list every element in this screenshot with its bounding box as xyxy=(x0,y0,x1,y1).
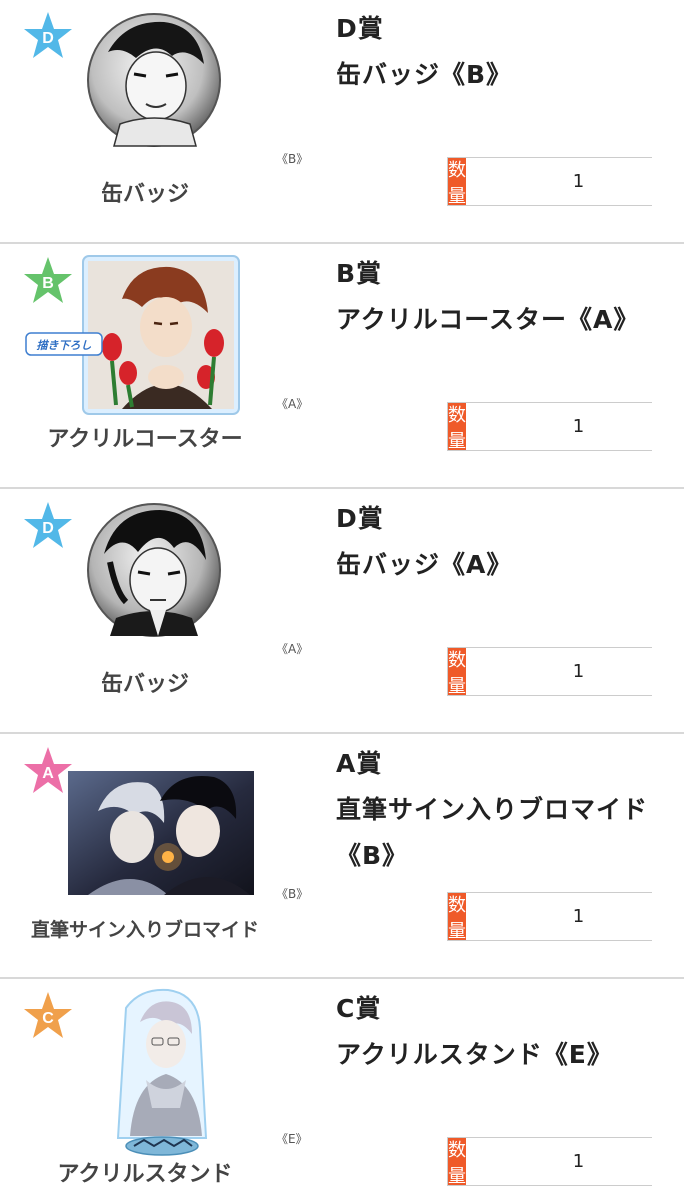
product-name: アクリルコースター《A》 xyxy=(336,305,640,334)
quantity-input[interactable] xyxy=(466,1138,684,1185)
product-image[interactable]: A 直筆サイン入りブロマイド xyxy=(20,743,270,968)
prize-rank: C賞 xyxy=(336,994,382,1023)
list-item: D 缶バッジ 《A》 D賞 缶バッジ《A》 数量 1 xyxy=(0,490,684,734)
acrylic-coaster-art xyxy=(82,255,240,415)
product-info: D賞 缶バッジ《B》 xyxy=(336,6,666,98)
quantity-control: 数量 xyxy=(447,892,684,942)
can-badge-art xyxy=(87,503,221,637)
rank-star-badge-icon: D xyxy=(24,12,72,58)
quantity-button[interactable]: 数量 xyxy=(448,1138,466,1187)
variant-label: 《B》 xyxy=(276,152,309,166)
product-name: アクリルスタンド《E》 xyxy=(336,1040,613,1069)
variant-label: 《E》 xyxy=(276,1132,308,1146)
product-info: D賞 缶バッジ《A》 xyxy=(336,496,666,588)
product-caption: アクリルスタンド xyxy=(57,1162,233,1187)
product-name: 直筆サイン入りブロマイド《B》 xyxy=(336,795,649,870)
bromide-photo-art xyxy=(68,771,254,895)
rank-star-badge-icon: C xyxy=(24,992,72,1038)
quantity-control: 数量 xyxy=(447,157,684,207)
svg-text:C: C xyxy=(42,1010,54,1027)
quantity-button[interactable]: 数量 xyxy=(448,403,466,452)
list-item: A 直筆サイン入りブロマイド 《B》 A賞 直筆サイン入りブロマイド《B》 数量… xyxy=(0,735,684,979)
quantity-button[interactable]: 数量 xyxy=(448,893,466,942)
svg-text:D: D xyxy=(42,520,54,537)
quantity-control: 数量 xyxy=(447,647,684,697)
product-image[interactable]: B 描き下ろし アクリルコースター xyxy=(20,253,270,478)
product-caption: 直筆サイン入りブロマイド xyxy=(30,919,259,941)
product-image[interactable]: D 缶バッジ xyxy=(20,8,270,233)
quantity-input[interactable] xyxy=(466,893,684,940)
product-name: 缶バッジ《B》 xyxy=(336,60,513,89)
quantity-input[interactable] xyxy=(466,403,684,450)
prize-rank: D賞 xyxy=(336,504,384,533)
svg-text:D: D xyxy=(42,30,54,47)
prize-list: D 缶バッジ 《B》 D賞 缶バッジ《B》 数量 1 B 描き下ろし アクリルコ… xyxy=(0,0,684,1200)
quantity-input[interactable] xyxy=(466,648,684,695)
variant-label: 《B》 xyxy=(276,887,309,901)
can-badge-art xyxy=(87,13,221,147)
prize-rank: A賞 xyxy=(336,749,383,778)
variant-label: 《A》 xyxy=(276,397,309,411)
prize-rank: D賞 xyxy=(336,14,384,43)
product-name: 缶バッジ《A》 xyxy=(336,550,513,579)
product-caption: 缶バッジ xyxy=(100,672,189,697)
product-info: A賞 直筆サイン入りブロマイド《B》 xyxy=(336,741,666,879)
rank-star-badge-icon: B xyxy=(24,257,72,303)
product-caption: アクリルコースター xyxy=(47,427,243,452)
svg-text:B: B xyxy=(42,275,54,292)
rank-star-badge-icon: A xyxy=(24,747,72,793)
acrylic-stand-art xyxy=(116,988,208,1156)
prize-rank: B賞 xyxy=(336,259,383,288)
rank-star-badge-icon: D xyxy=(24,502,72,548)
quantity-button[interactable]: 数量 xyxy=(448,648,466,697)
svg-text:A: A xyxy=(42,765,54,782)
variant-label: 《A》 xyxy=(276,642,309,656)
ribbon-tag: 描き下ろし xyxy=(25,332,103,356)
product-image[interactable]: D 缶バッジ xyxy=(20,498,270,723)
list-item: C アクリルスタンド 《E》 C賞 アクリルスタンド《E》 数量 xyxy=(0,980,684,1200)
quantity-button[interactable]: 数量 xyxy=(448,158,466,207)
quantity-input[interactable] xyxy=(466,158,684,205)
product-info: B賞 アクリルコースター《A》 xyxy=(336,251,666,343)
list-item: D 缶バッジ 《B》 D賞 缶バッジ《B》 数量 1 xyxy=(0,0,684,244)
product-image[interactable]: C アクリルスタンド xyxy=(20,988,270,1200)
product-caption: 缶バッジ xyxy=(100,182,189,207)
quantity-control: 数量 xyxy=(447,402,684,452)
product-info: C賞 アクリルスタンド《E》 xyxy=(336,986,666,1078)
list-item: B 描き下ろし アクリルコースター 《A》 B賞 アクリルコースター《A》 数量… xyxy=(0,245,684,489)
svg-text:描き下ろし: 描き下ろし xyxy=(37,339,92,352)
quantity-control: 数量 xyxy=(447,1137,684,1187)
